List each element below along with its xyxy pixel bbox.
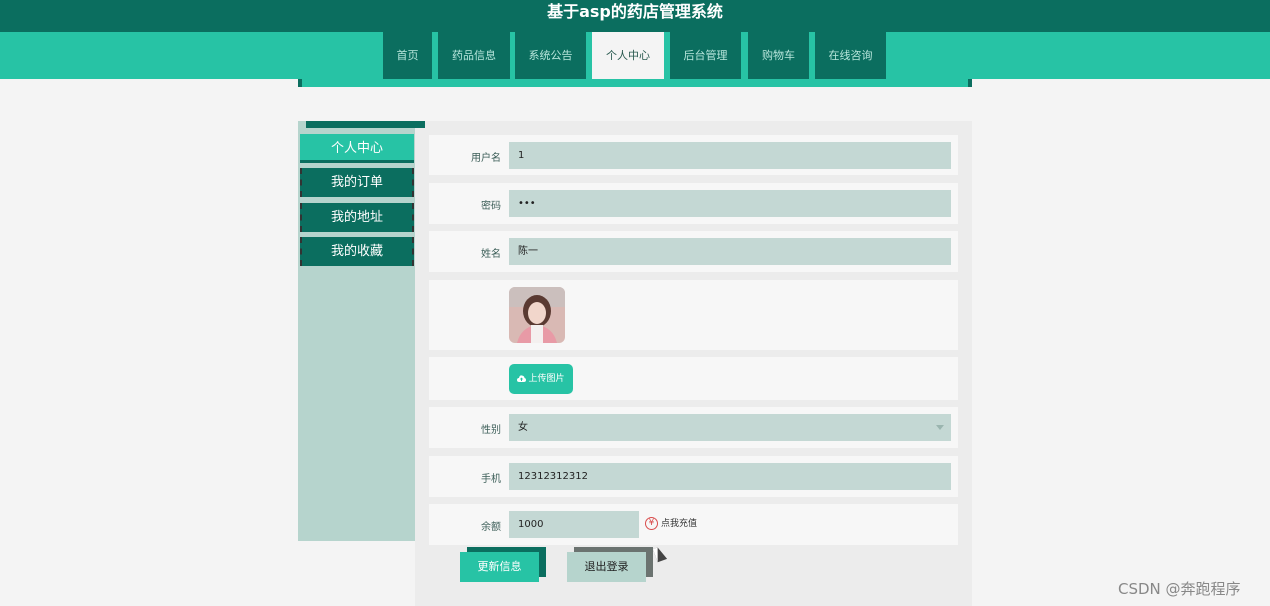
name-label: 姓名 bbox=[481, 249, 501, 260]
form-row-avatar bbox=[429, 280, 958, 350]
form-row-balance: 余额 1000 ¥ 点我充值 bbox=[429, 504, 958, 545]
update-info-button[interactable]: 更新信息 bbox=[460, 552, 539, 582]
recharge-label: 点我充值 bbox=[661, 519, 698, 529]
gender-label: 性别 bbox=[481, 425, 501, 436]
balance-input[interactable]: 1000 bbox=[509, 511, 639, 538]
nav-item-medicine-info[interactable]: 药品信息 bbox=[438, 32, 510, 79]
nav-item-personal-center[interactable]: 个人中心 bbox=[592, 32, 664, 79]
nav-item-announcements[interactable]: 系统公告 bbox=[515, 32, 586, 79]
form-row-upload: 上传图片 bbox=[429, 357, 958, 400]
watermark: CSDN @奔跑程序 bbox=[1118, 580, 1241, 598]
cloud-upload-icon bbox=[517, 375, 527, 382]
form-row-username: 用户名 1 bbox=[429, 135, 958, 175]
balance-label: 余额 bbox=[481, 522, 501, 533]
password-label: 密码 bbox=[481, 201, 501, 212]
form-row-phone: 手机 12312312312 bbox=[429, 456, 958, 497]
nav-item-admin[interactable]: 后台管理 bbox=[670, 32, 741, 79]
nav-item-consult[interactable]: 在线咨询 bbox=[815, 32, 886, 79]
form-row-password: 密码 ••• bbox=[429, 183, 958, 224]
yuan-icon: ¥ bbox=[645, 517, 658, 530]
chevron-down-icon bbox=[936, 425, 944, 430]
sidebar-top-bar bbox=[298, 121, 425, 128]
site-title: 基于asp的药店管理系统 bbox=[547, 2, 723, 21]
gender-value: 女 bbox=[518, 422, 528, 433]
form-row-gender: 性别 女 bbox=[429, 407, 958, 448]
avatar-image bbox=[509, 287, 565, 343]
phone-input[interactable]: 12312312312 bbox=[509, 463, 951, 490]
sidebar-item-orders[interactable]: 我的订单 bbox=[300, 168, 414, 197]
username-input[interactable]: 1 bbox=[509, 142, 951, 169]
password-input[interactable]: ••• bbox=[509, 190, 951, 217]
sidebar-item-addresses[interactable]: 我的地址 bbox=[300, 203, 414, 232]
sidebar-item-favorites[interactable]: 我的收藏 bbox=[300, 237, 414, 266]
nav-underline bbox=[298, 79, 972, 87]
upload-label: 上传图片 bbox=[528, 374, 565, 384]
username-label: 用户名 bbox=[471, 153, 501, 164]
avatar[interactable] bbox=[509, 287, 565, 343]
nav-item-home[interactable]: 首页 bbox=[383, 32, 432, 79]
phone-label: 手机 bbox=[481, 474, 501, 485]
gender-select[interactable]: 女 bbox=[509, 414, 951, 441]
recharge-link[interactable]: ¥ 点我充值 bbox=[645, 516, 697, 530]
upload-image-button[interactable]: 上传图片 bbox=[509, 364, 573, 394]
logout-button[interactable]: 退出登录 bbox=[567, 552, 646, 582]
sidebar-item-personal-center[interactable]: 个人中心 bbox=[300, 134, 414, 163]
form-row-name: 姓名 陈一 bbox=[429, 231, 958, 272]
main-nav: 首页 药品信息 系统公告 个人中心 后台管理 购物车 在线咨询 bbox=[0, 32, 1270, 79]
nav-item-cart[interactable]: 购物车 bbox=[748, 32, 809, 79]
name-input[interactable]: 陈一 bbox=[509, 238, 951, 265]
